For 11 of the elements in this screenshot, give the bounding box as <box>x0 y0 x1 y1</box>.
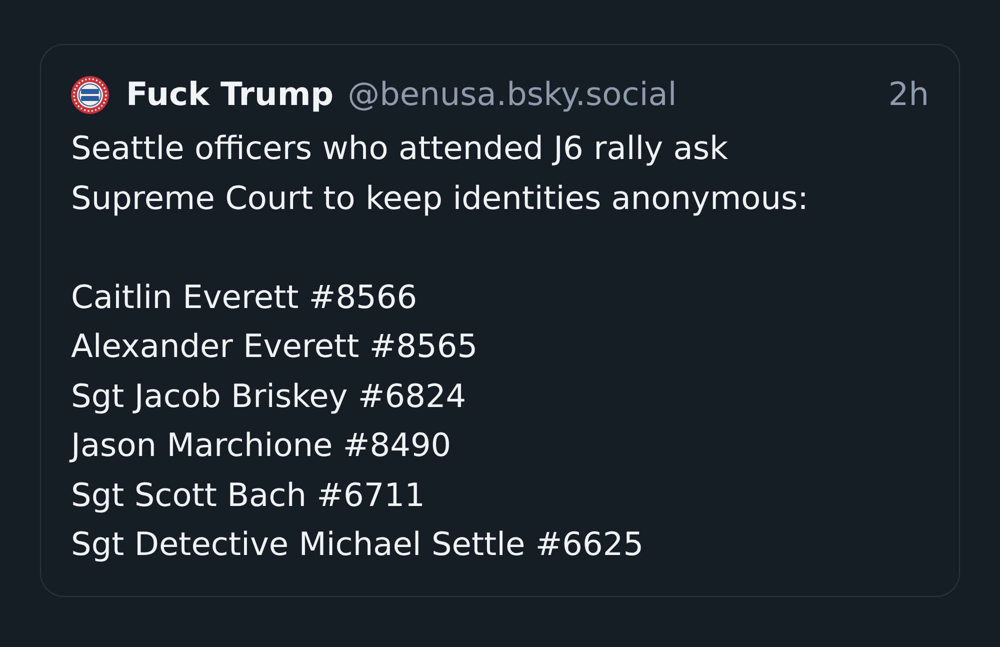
name-line: Sgt Scott Bach #6711 <box>71 474 425 516</box>
name-line: Caitlin Everett #8566 <box>71 276 418 318</box>
author-name[interactable]: Fuck Trump <box>126 70 334 120</box>
post-text: Seattle officers who attended J6 rally ask Supreme Court to keep identities anonymous: <box>71 128 810 218</box>
author-handle[interactable]: @benusa.bsky.social <box>348 70 677 120</box>
name-line: Sgt Jacob Briskey #6824 <box>71 376 466 416</box>
name-line: Sgt Detective Michael Settle #6625 <box>71 524 644 565</box>
name-line: Alexander Everett #8565 <box>71 326 478 367</box>
post-time: 2h <box>888 74 929 116</box>
name-line: Jason Marchione #8490 <box>71 425 452 466</box>
avatar-icon <box>71 76 109 114</box>
